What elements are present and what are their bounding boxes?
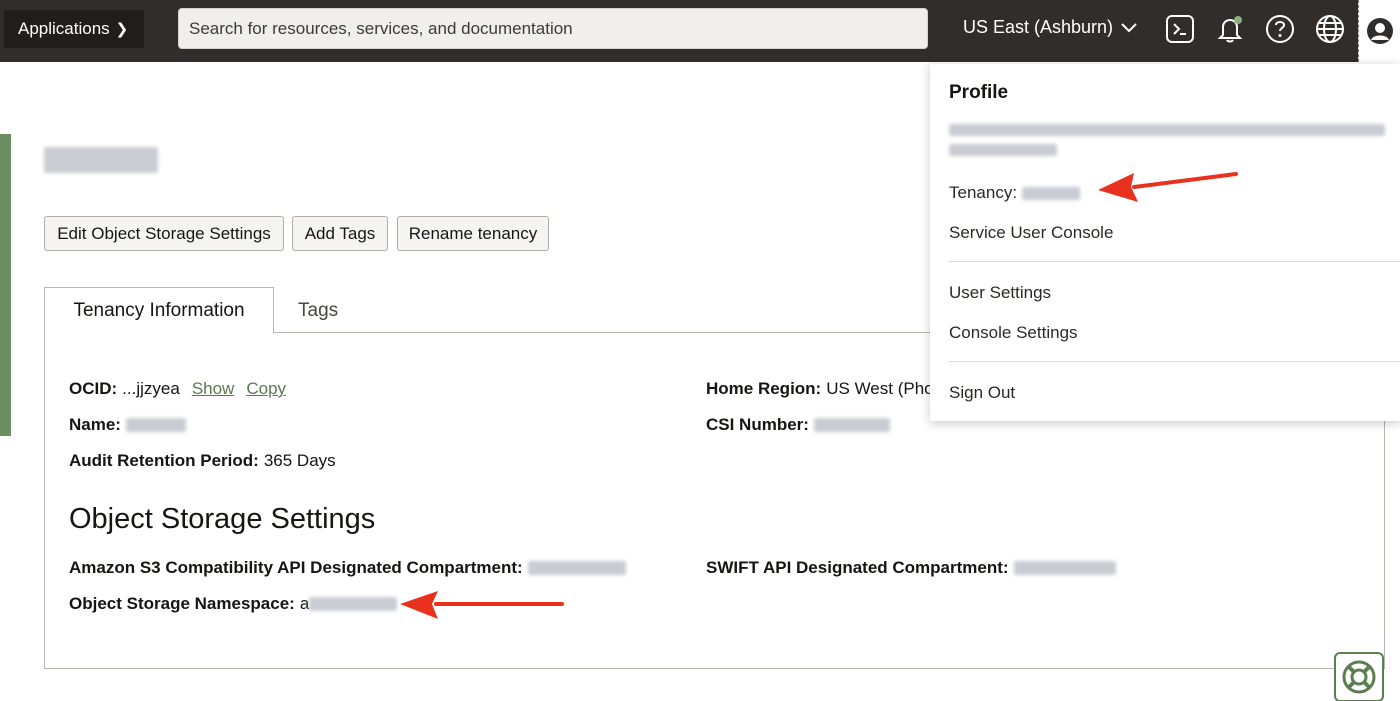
profile-dropdown-menu: Profile Tenancy: Service User Console Us… <box>930 64 1400 421</box>
s3-compartment-label: Amazon S3 Compatibility API Designated C… <box>69 558 523 577</box>
ocid-value: ...jjzyea <box>122 379 180 398</box>
tab-tags[interactable]: Tags <box>298 300 338 322</box>
namespace-prefix: a <box>299 594 310 613</box>
name-field: Name: <box>69 415 186 435</box>
home-region-value: US West (Phoe <box>826 379 930 398</box>
csi-number-redacted <box>813 418 890 432</box>
add-tags-button[interactable]: Add Tags <box>292 216 388 251</box>
audit-retention-label: Audit Retention Period: <box>69 451 259 470</box>
s3-compartment-field: Amazon S3 Compatibility API Designated C… <box>69 558 626 578</box>
region-selector[interactable]: US East (Ashburn) <box>963 17 1137 38</box>
tenancy-label: Tenancy: <box>949 183 1018 202</box>
home-region-field: Home Region: US West (Phoe <box>706 379 930 399</box>
search-bar[interactable] <box>178 8 928 49</box>
namespace-redacted <box>309 597 398 611</box>
profile-button[interactable] <box>1358 0 1400 62</box>
swift-compartment-label: SWIFT API Designated Compartment: <box>706 558 1009 577</box>
service-user-console-menu-item[interactable]: Service User Console <box>949 223 1113 243</box>
chevron-down-icon <box>1121 22 1137 32</box>
user-identity-redacted <box>949 124 1385 136</box>
csi-number-field: CSI Number: <box>706 415 890 435</box>
ocid-label: OCID: <box>69 379 118 398</box>
user-identity-redacted-2 <box>949 144 1057 156</box>
console-settings-menu-item[interactable]: Console Settings <box>949 323 1078 343</box>
profile-heading: Profile <box>949 82 1009 103</box>
annotation-arrow-namespace <box>400 591 564 619</box>
language-globe-icon[interactable] <box>1315 14 1345 44</box>
home-region-label: Home Region: <box>706 379 822 398</box>
notifications-bell-icon[interactable] <box>1215 14 1245 44</box>
swift-compartment-redacted <box>1013 561 1116 575</box>
csi-number-label: CSI Number: <box>706 415 809 434</box>
audit-retention-field: Audit Retention Period: 365 Days <box>69 451 336 471</box>
ocid-field: OCID: ...jjzyea Show Copy <box>69 379 286 399</box>
left-accent-bar <box>0 134 11 436</box>
tab-label: Tenancy Information <box>73 299 245 321</box>
region-label: US East (Ashburn) <box>963 17 1114 37</box>
show-ocid-link[interactable]: Show <box>192 379 235 399</box>
user-avatar-icon <box>1366 18 1393 44</box>
support-help-button[interactable] <box>1334 652 1384 701</box>
lifebuoy-icon <box>1342 660 1376 694</box>
chevron-right-icon: ❯ <box>115 21 129 38</box>
swift-compartment-field: SWIFT API Designated Compartment: <box>706 558 1116 578</box>
user-settings-menu-item[interactable]: User Settings <box>949 283 1051 303</box>
namespace-label: Object Storage Namespace: <box>69 594 295 613</box>
annotation-arrow-tenancy <box>1098 172 1238 202</box>
tenancy-name-redacted <box>1022 186 1081 200</box>
cloud-shell-icon[interactable] <box>1165 14 1195 44</box>
menu-divider <box>949 361 1400 362</box>
namespace-field: Object Storage Namespace: a <box>69 594 398 614</box>
sign-out-menu-item[interactable]: Sign Out <box>949 383 1015 403</box>
s3-compartment-redacted <box>527 561 626 575</box>
applications-menu-button[interactable]: Applications ❯ <box>4 10 144 48</box>
name-label: Name: <box>69 415 121 434</box>
audit-retention-value: 365 Days <box>263 451 336 470</box>
menu-divider <box>949 261 1400 262</box>
tenancy-title-redacted <box>44 147 158 173</box>
rename-tenancy-button[interactable]: Rename tenancy <box>397 216 549 251</box>
copy-ocid-link[interactable]: Copy <box>246 379 286 399</box>
tenancy-menu-item[interactable]: Tenancy: <box>949 183 1081 203</box>
edit-object-storage-settings-button[interactable]: Edit Object Storage Settings <box>44 216 284 251</box>
object-storage-heading: Object Storage Settings <box>69 503 376 535</box>
name-value-redacted <box>125 418 186 432</box>
help-icon[interactable] <box>1265 14 1295 44</box>
search-input[interactable] <box>189 18 927 39</box>
applications-label: Applications <box>18 19 110 38</box>
top-navigation-bar: Applications ❯ US East (Ashburn) <box>0 0 1400 62</box>
tab-tenancy-information[interactable]: Tenancy Information <box>44 287 274 334</box>
